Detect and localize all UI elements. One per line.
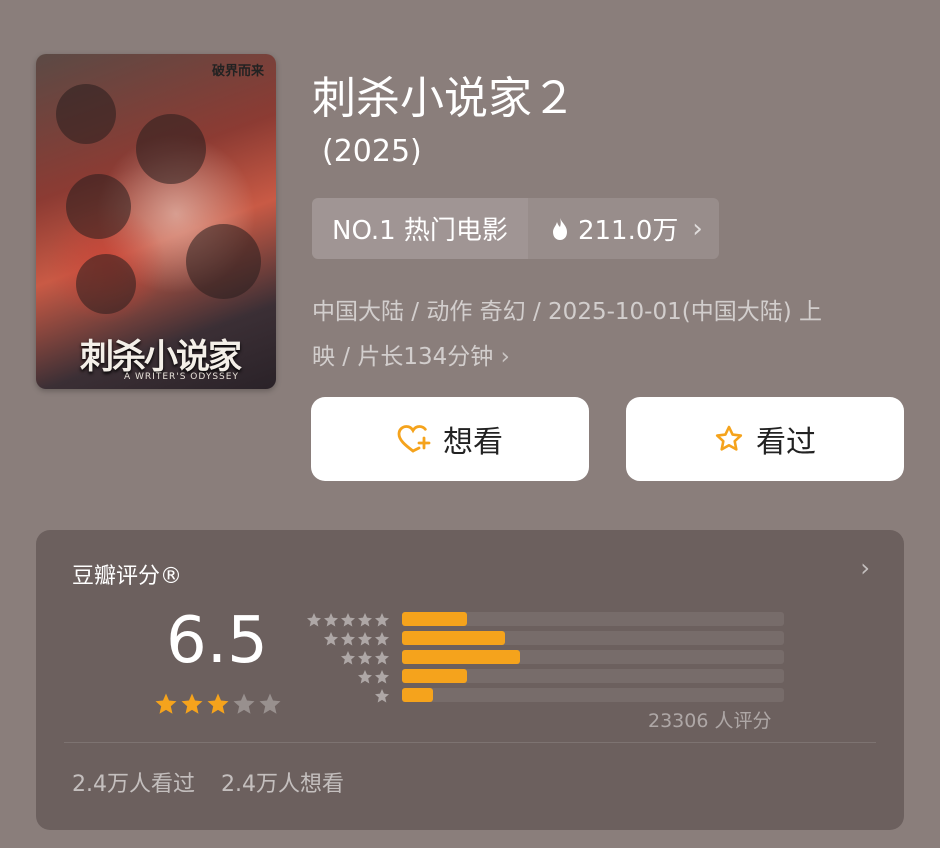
distribution-bar-track [402,650,784,664]
want-count: 2.4万人想看 [221,772,344,797]
distribution-row [306,669,786,685]
distribution-bar [402,688,433,702]
distribution-stars [306,669,390,685]
poster-figure [56,84,116,144]
poster-tagline: 破界而来 [211,64,264,79]
poster-title: 刺杀小说家 [80,337,242,377]
rating-footer: 2.4万人看过 2.4万人想看 [72,766,344,798]
poster-figure [186,224,261,299]
meta-line: 中国大陆 / 动作 奇幻 / 2025-10-01(中国大陆) 上 [312,299,822,325]
distribution-row [306,631,786,647]
poster-figure [76,254,136,314]
star-icon [181,693,203,714]
meta-line: 映 / 片长134分钟 [312,344,494,370]
star-icon [375,651,389,665]
distribution-stars [306,650,390,666]
rating-stars [154,692,282,716]
star-icon [341,651,355,665]
rating-count: 23306 人评分 [648,710,772,732]
star-icon [233,693,255,714]
star-icon [358,651,372,665]
star-icon [324,613,338,627]
seen-count: 2.4万人看过 [72,772,195,797]
distribution-bar [402,669,467,683]
poster-figure [66,174,131,239]
distribution-bar [402,612,467,626]
distribution-row [306,612,786,628]
distribution-bar [402,650,520,664]
star-icon [375,613,389,627]
distribution-stars [306,631,390,647]
distribution-stars [306,612,390,628]
seen-label: 看过 [756,425,816,460]
rating-label: 豆瓣评分® [72,564,183,589]
heart-plus-icon [397,425,431,453]
rank-badge[interactable]: NO.1 热门电影 211.0万 › [312,198,719,259]
watched-button[interactable]: 看过 [626,397,904,481]
distribution-bar-track [402,688,784,702]
star-icon [155,693,177,714]
star-icon [259,693,281,714]
distribution-bar-track [402,612,784,626]
star-icon [207,693,229,714]
rating-card[interactable]: 豆瓣评分® › 6.5 23306 人评分 2.4万人看过 2.4万人想看 [36,530,904,830]
poster-subtitle: A WRITER'S ODYSSEY [124,372,239,382]
chevron-right-icon: › [500,344,510,370]
star-icon [375,670,389,684]
want-to-watch-button[interactable]: 想看 [311,397,589,481]
movie-title: 刺杀小说家２ [312,73,576,124]
chevron-right-icon[interactable]: › [860,554,870,582]
want-label: 想看 [443,425,503,460]
movie-meta[interactable]: 中国大陆 / 动作 奇幻 / 2025-10-01(中国大陆) 上 映 / 片长… [312,290,902,380]
distribution-bar-track [402,631,784,645]
distribution-bar [402,631,505,645]
star-icon [715,425,743,451]
star-icon [375,689,389,703]
distribution-stars [306,688,390,704]
heat-value: 211.0万 [577,216,679,246]
star-icon [358,670,372,684]
star-icon [307,613,321,627]
star-icon [341,613,355,627]
distribution-bar-track [402,669,784,683]
distribution-row [306,650,786,666]
poster-figure [136,114,206,184]
star-icon [324,632,338,646]
rank-label: NO.1 热门电影 [312,198,528,259]
heat-indicator[interactable]: 211.0万 › [528,198,719,259]
movie-poster[interactable]: 破界而来 刺杀小说家 A WRITER'S ODYSSEY [36,54,276,389]
rating-score: 6.5 [166,604,268,678]
divider [64,742,876,743]
distribution-row [306,688,786,704]
star-icon [358,613,372,627]
flame-icon [552,217,567,240]
star-icon [341,632,355,646]
movie-year: (2025) [322,134,422,169]
star-icon [375,632,389,646]
chevron-right-icon: › [692,213,703,244]
star-icon [358,632,372,646]
